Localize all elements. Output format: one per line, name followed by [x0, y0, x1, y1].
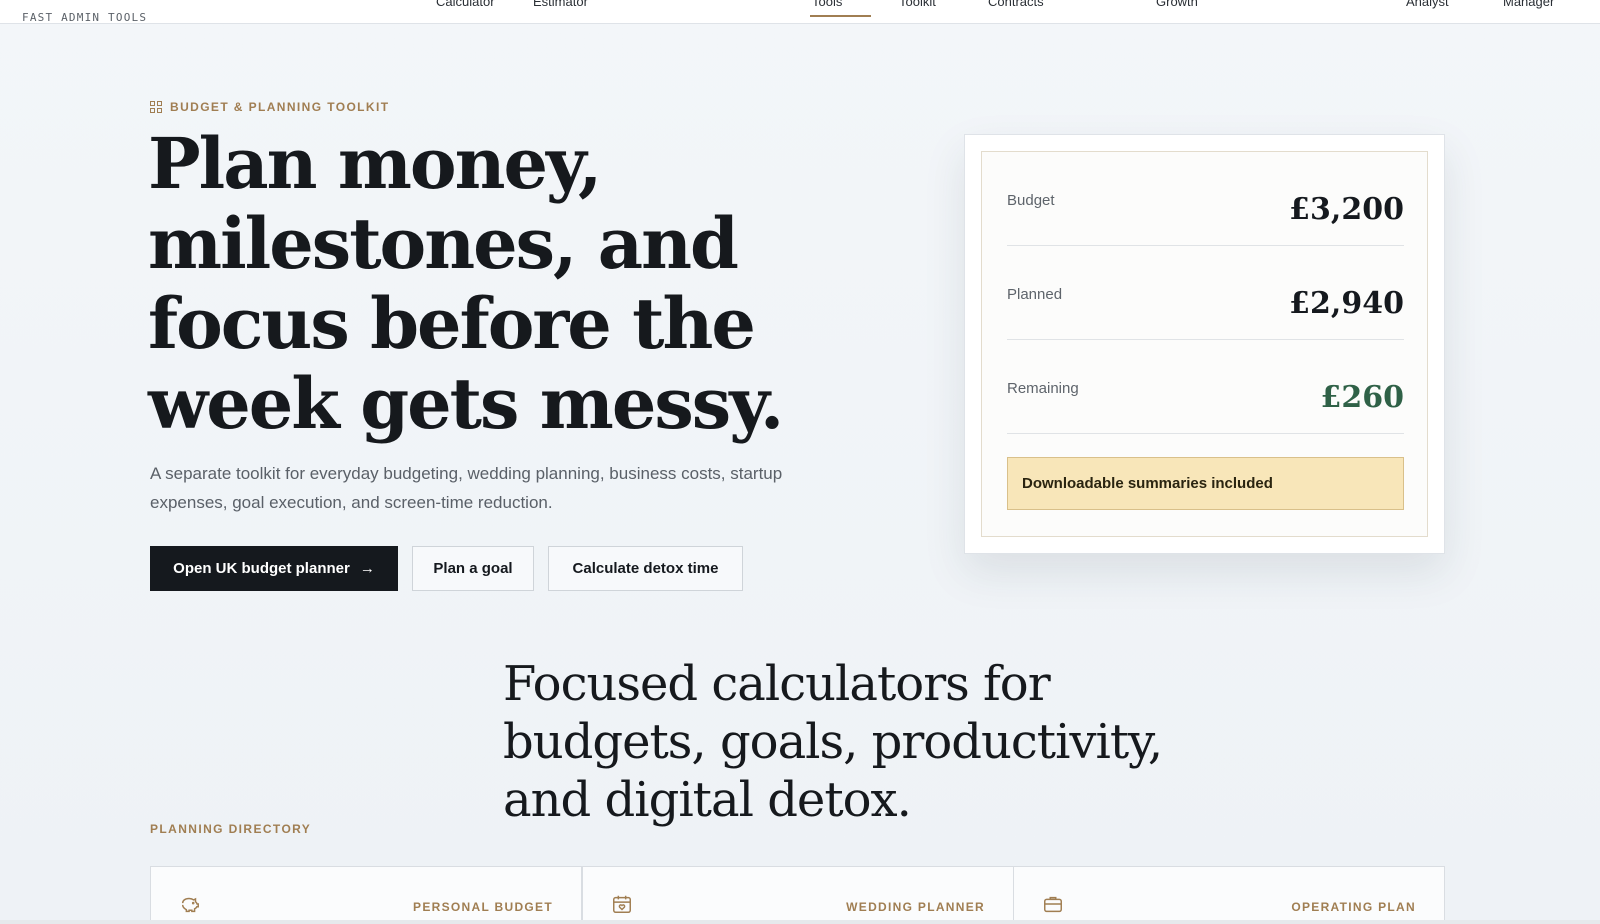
- nav-link-contracts[interactable]: Contracts: [988, 0, 1044, 9]
- nav-link-growth[interactable]: Growth: [1156, 0, 1198, 9]
- section-title: Focused calculators for budgets, goals, …: [503, 656, 1163, 828]
- arrow-right-icon: →: [359, 560, 375, 577]
- stat-label: Remaining: [1007, 380, 1079, 397]
- viewport-bottom-edge: [0, 920, 1600, 924]
- directory-card-operating-plan[interactable]: OPERATING PLAN: [1013, 866, 1445, 924]
- nav-link-toolkit[interactable]: Toolkit: [899, 0, 936, 9]
- calculate-detox-button[interactable]: Calculate detox time: [548, 546, 743, 591]
- open-budget-planner-label: Open UK budget planner: [173, 560, 350, 577]
- stat-value: £260: [1320, 380, 1405, 415]
- plan-goal-button[interactable]: Plan a goal: [412, 546, 534, 591]
- nav-link-analyst[interactable]: Analyst: [1406, 0, 1449, 9]
- nav-link-manager[interactable]: Manager: [1503, 0, 1554, 9]
- stat-label: Budget: [1007, 192, 1055, 209]
- hero-eyebrow: BUDGET & PLANNING TOOLKIT: [150, 100, 389, 114]
- budget-summary-card: Budget £3,200 Planned £2,940 Remaining £…: [964, 134, 1445, 554]
- briefcase-icon: [1044, 896, 1062, 913]
- budget-summary-inner: Budget £3,200 Planned £2,940 Remaining £…: [981, 151, 1428, 537]
- hero-eyebrow-label: BUDGET & PLANNING TOOLKIT: [170, 100, 390, 114]
- nav-link-calculator[interactable]: Calculator: [436, 0, 495, 9]
- directory-card-personal-budget[interactable]: PERSONAL BUDGET: [150, 866, 582, 924]
- downloadable-summaries-note: Downloadable summaries included: [1007, 457, 1404, 510]
- open-budget-planner-button[interactable]: Open UK budget planner →: [150, 546, 398, 591]
- directory-card-tag: PERSONAL BUDGET: [413, 900, 553, 914]
- piggy-bank-icon: [181, 897, 199, 913]
- brand-logo[interactable]: FAST ADMIN TOOLS: [22, 11, 147, 24]
- grid-icon: [150, 101, 162, 113]
- stat-value: £2,940: [1289, 286, 1404, 321]
- directory-card-tag: OPERATING PLAN: [1291, 900, 1416, 914]
- top-navigation: FAST ADMIN TOOLS Calculator Estimator To…: [0, 0, 1600, 24]
- hero-title: Plan money, milestones, and focus before…: [148, 122, 784, 445]
- stat-label: Planned: [1007, 286, 1063, 303]
- nav-link-estimator[interactable]: Estimator: [533, 0, 588, 9]
- hero-subtitle: A separate toolkit for everyday budgetin…: [150, 464, 783, 512]
- directory-card-tag: WEDDING PLANNER: [846, 900, 985, 914]
- stat-row-planned: Planned £2,940: [1007, 246, 1404, 340]
- stat-row-budget: Budget £3,200: [1007, 152, 1404, 246]
- directory-card-wedding-planner[interactable]: WEDDING PLANNER: [582, 866, 1014, 924]
- stat-row-remaining: Remaining £260: [1007, 340, 1404, 434]
- nav-link-tools[interactable]: Tools: [812, 0, 842, 9]
- planning-directory-label: PLANNING DIRECTORY: [150, 822, 312, 836]
- nav-active-indicator: [810, 15, 871, 17]
- stat-value: £3,200: [1289, 192, 1404, 227]
- calendar-heart-icon: [613, 895, 631, 913]
